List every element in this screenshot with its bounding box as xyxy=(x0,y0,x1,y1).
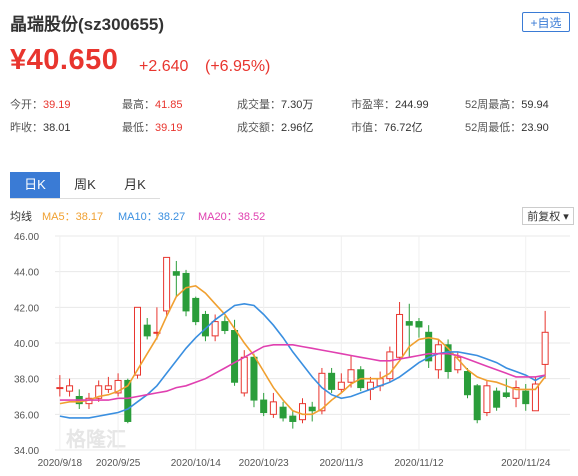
watermark: 格隆汇 xyxy=(66,427,126,451)
candle-body xyxy=(308,406,316,412)
stat-volume: 成交量：7.30万 xyxy=(237,99,314,111)
candle-body xyxy=(541,331,549,365)
x-tick-label: 2020/11/3 xyxy=(319,458,363,469)
candle-body xyxy=(240,356,248,394)
tab-monthly[interactable]: 月K xyxy=(110,172,160,198)
candle-body xyxy=(143,324,151,337)
current-price: ¥40.650 xyxy=(10,44,119,76)
stock-title: 晶瑞股份(sz300655) xyxy=(10,15,165,34)
candle-body xyxy=(221,321,229,332)
candle-body xyxy=(289,415,297,422)
ma5-line xyxy=(59,285,546,416)
period-tabs: 日K 周K 月K xyxy=(10,172,160,199)
stat-market-cap: 市值：76.72亿 xyxy=(351,122,423,134)
price-change-percent: (+6.95%) xyxy=(205,58,271,75)
candle-body xyxy=(56,387,64,390)
candle-body xyxy=(192,297,200,323)
stat-turnover: 成交额：2.96亿 xyxy=(237,122,314,134)
ma5-value: MA5：38.17 xyxy=(42,211,104,223)
candle-body xyxy=(269,401,277,415)
y-tick-label: 40.00 xyxy=(14,339,39,350)
y-tick-label: 34.00 xyxy=(14,446,39,457)
x-tick-label: 2020/11/12 xyxy=(394,458,444,469)
candle-body xyxy=(279,406,287,419)
candle-body xyxy=(531,383,539,412)
stat-prev-close: 昨收：38.01 xyxy=(10,122,71,134)
x-tick-label: 2020/9/25 xyxy=(96,458,141,469)
y-tick-label: 46.00 xyxy=(14,232,39,243)
candle-body xyxy=(66,385,74,392)
candle-body xyxy=(328,372,336,390)
y-axis: 34.00 36.00 38.00 40.00 42.00 44.00 46.00 xyxy=(14,232,39,457)
candlestick-chart: 格隆汇 34.0036.0038.0040.0042.0044.0046.00 … xyxy=(14,232,570,469)
ma10-value: MA10：38.27 xyxy=(118,211,186,223)
candle-body xyxy=(182,272,190,312)
stat-52w-low: 52周最低：23.90 xyxy=(465,122,549,134)
y-tick-label: 44.00 xyxy=(14,268,39,279)
candle-body xyxy=(201,313,209,337)
candle-body xyxy=(347,369,355,383)
stat-pe: 市盈率：244.99 xyxy=(351,99,429,111)
stat-low: 最低：39.19 xyxy=(122,122,183,134)
y-tick-label: 36.00 xyxy=(14,410,39,421)
candle-body xyxy=(483,385,491,414)
ma-lines xyxy=(59,285,546,419)
candle-body xyxy=(405,321,413,326)
add-watchlist-button[interactable]: +自选 xyxy=(522,12,570,32)
x-axis: 2020/9/18 2020/9/25 2020/10/14 2020/10/23 20… xyxy=(38,458,551,469)
x-tick-label: 2020/10/23 xyxy=(239,458,289,469)
tab-daily[interactable]: 日K xyxy=(10,172,60,198)
ma20-value: MA20：38.52 xyxy=(198,211,266,223)
tab-weekly[interactable]: 周K xyxy=(60,172,110,198)
candle-body xyxy=(250,356,258,401)
x-tick-label: 2020/11/24 xyxy=(501,458,551,469)
stat-52w-high: 52周最高：59.94 xyxy=(465,99,549,111)
y-tick-label: 38.00 xyxy=(14,375,39,386)
candle-body xyxy=(522,390,530,405)
candle-body xyxy=(493,390,501,408)
candle-body xyxy=(337,381,345,390)
candle-body xyxy=(211,321,219,337)
candle-body xyxy=(104,385,112,390)
y-tick-label: 42.00 xyxy=(14,303,39,314)
candle-body xyxy=(298,403,307,421)
stat-high: 最高：41.85 xyxy=(122,99,183,111)
x-tick-label: 2020/10/14 xyxy=(171,458,221,469)
candle-body xyxy=(318,372,326,412)
candle-body xyxy=(163,256,171,312)
candle-body xyxy=(260,399,268,414)
adjust-select[interactable]: 前复权 ▾ xyxy=(522,207,574,225)
price-change: +2.640 xyxy=(139,58,189,75)
candle-body xyxy=(463,371,472,396)
ma-label: 均线 xyxy=(10,211,32,223)
candle-body xyxy=(396,313,404,358)
candle-body xyxy=(502,392,510,398)
stat-open: 今开：39.19 xyxy=(10,99,71,111)
candle-body xyxy=(231,330,239,383)
candle-body xyxy=(172,271,180,276)
candle-body xyxy=(434,344,442,371)
candle-body xyxy=(415,321,423,328)
x-tick-label: 2020/9/18 xyxy=(38,458,83,469)
candle-body xyxy=(473,385,481,421)
